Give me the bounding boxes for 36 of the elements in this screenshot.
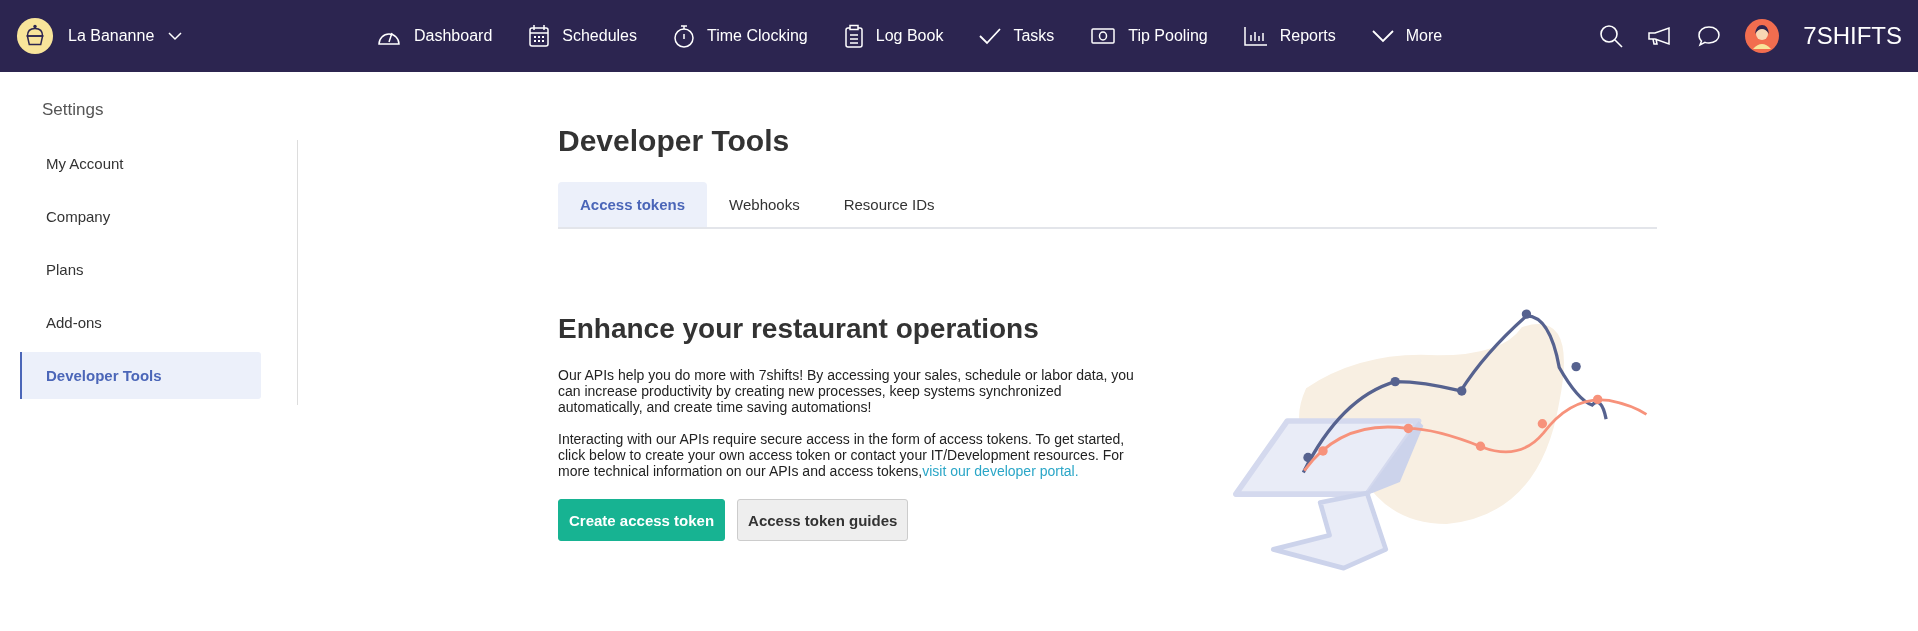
stopwatch-icon [673,24,695,48]
sidebar-title: Settings [41,100,105,120]
guides-button[interactable]: Access token guides [737,499,909,541]
nav-link[interactable]: Reports [1243,26,1336,46]
sidebar-item[interactable]: Plans [20,246,261,293]
calendar-icon [528,24,551,48]
sidebar-item[interactable]: My Account [20,140,261,187]
chat-bubble-icon[interactable] [1697,25,1722,47]
nav-link[interactable]: Time Clocking [673,24,808,48]
nav-link[interactable]: Log Book [843,24,944,48]
nav-link[interactable]: Tasks [979,27,1055,45]
section-heading: Enhance your restaurant operations [558,313,1040,345]
chevron-down-icon[interactable] [168,31,183,41]
chevron-down-icon [1371,29,1394,43]
nav-link[interactable]: More [1371,27,1443,45]
tab[interactable]: Webhooks [707,182,822,227]
cash-icon [1090,26,1117,46]
sidebar-item[interactable]: Developer Tools [20,352,261,399]
description-paragraph: Our APIs help you do more with 7shifts! By accessing your sales, schedule or labor data, you can increase productivity by creating new processes, keep systems synchronized automatically, and create time saving automations! [558,367,1135,415]
bar-chart-icon [1243,26,1268,46]
search-icon[interactable] [1599,24,1624,48]
brand-logo[interactable]: 7SHIFTS [1803,22,1902,50]
description-paragraph: Interacting with our APIs require secure access in the form of access tokens. To get started, click below to create your own access token or contact your IT/Development resources. For more technical information on our APIs and access tokens,visit our developer portal. [558,431,1126,479]
avatar-icon[interactable] [1745,19,1780,53]
sidebar-item[interactable]: Company [20,193,261,240]
clipboard-icon [843,24,864,48]
nav-link[interactable]: Dashboard [376,24,493,48]
nav-link[interactable]: Tip Pooling [1090,26,1208,46]
tab[interactable]: Access tokens [558,182,708,227]
sidebar-item[interactable]: Add-ons [20,299,261,346]
location-name[interactable]: La Bananne [68,27,155,45]
cupcake-logo-icon [16,17,54,55]
nav-link[interactable]: Schedules [528,24,637,48]
tab[interactable]: Resource IDs [821,182,957,227]
checkmark-icon [979,27,1002,45]
page-title: Developer Tools [558,124,791,158]
